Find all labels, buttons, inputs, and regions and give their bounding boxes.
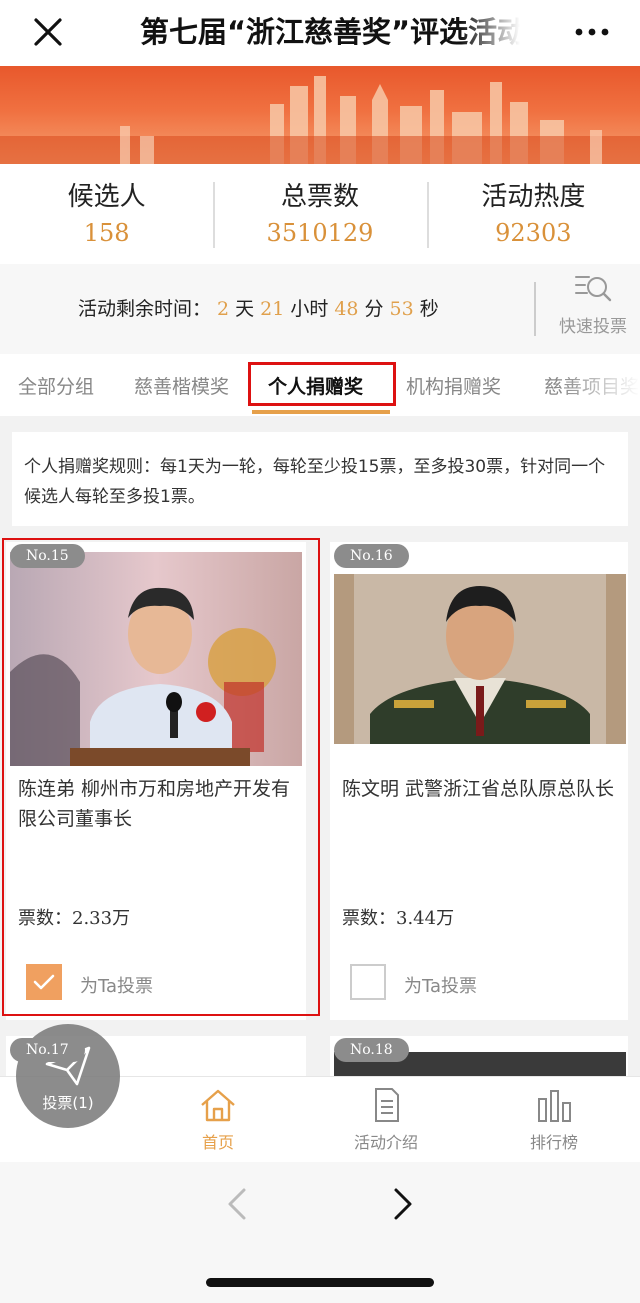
- quick-vote-label: 快速投票: [559, 317, 627, 337]
- tabbar-home[interactable]: 首页: [158, 1087, 278, 1153]
- page-title: 第七届“浙江慈善奖”评选活动: [140, 12, 520, 52]
- city-skyline-graphic: [0, 76, 640, 164]
- countdown-minutes: 48: [334, 298, 359, 320]
- countdown-days: 2: [217, 298, 230, 320]
- tabbar-ranking-label: 排行榜: [529, 1133, 578, 1152]
- countdown-panel: 活动剩余时间： 2 天 21 小时 48 分 53 秒: [0, 264, 640, 354]
- floating-vote-label: 投票(1): [42, 1094, 94, 1112]
- candidate-number-badge: No.15: [10, 544, 85, 568]
- tabbar-home-label: 首页: [201, 1133, 234, 1152]
- tabbar-ranking[interactable]: 排行榜: [494, 1087, 614, 1153]
- votes-value: 3.44万: [396, 908, 455, 929]
- active-tab-underline: [252, 410, 390, 414]
- stat-value: 158: [83, 219, 130, 247]
- candidate-card[interactable]: No.16 陈文明 武警浙江省总队原总队长 票数：3.44万 为Ta投票: [330, 542, 628, 1020]
- rules-text: 个人捐赠奖规则：每1天为一轮，每轮至少投15票，至多投30票，针对同一个候选人每…: [12, 432, 628, 526]
- candidate-name: 陈文明 武警浙江省总队原总队长: [342, 778, 615, 800]
- stat-total-votes: 总票数 3510129: [213, 164, 426, 264]
- quick-vote-button[interactable]: 快速投票: [548, 272, 638, 342]
- tabs-fade-overlay: [560, 354, 640, 416]
- browser-toolbar: [0, 1162, 640, 1303]
- countdown-minutes-unit: 分: [364, 298, 384, 320]
- home-indicator: [206, 1278, 434, 1287]
- annotation-highlight-box: [248, 362, 396, 406]
- countdown-seconds: 53: [389, 298, 414, 320]
- candidate-photo: [334, 574, 626, 744]
- vote-checkbox[interactable]: [350, 964, 386, 1000]
- top-nav-bar: 第七届“浙江慈善奖”评选活动: [0, 0, 640, 66]
- tab-charity-model[interactable]: 慈善楷模奖: [134, 372, 229, 399]
- tabbar-about[interactable]: 活动介绍: [326, 1087, 446, 1153]
- stat-popularity: 活动热度 92303: [426, 164, 640, 264]
- stat-candidates: 候选人 158: [0, 164, 213, 264]
- bar-chart-icon: [538, 1090, 571, 1122]
- candidate-number-badge: No.16: [334, 544, 409, 568]
- close-icon[interactable]: [28, 12, 68, 52]
- stat-value: 92303: [495, 219, 572, 247]
- countdown-days-unit: 天: [235, 298, 255, 320]
- more-options-icon[interactable]: [574, 18, 610, 46]
- countdown-seconds-unit: 秒: [419, 298, 439, 320]
- quick-search-icon: [575, 276, 612, 302]
- stat-value: 3510129: [266, 219, 374, 247]
- back-arrow-icon[interactable]: [222, 1184, 252, 1224]
- candidate-number-badge: No.18: [334, 1038, 409, 1062]
- vote-for-label[interactable]: 为Ta投票: [404, 972, 477, 998]
- event-banner: [0, 66, 640, 164]
- divider: [534, 282, 536, 336]
- candidate-votes: 票数：3.44万: [342, 904, 454, 930]
- stat-label: 候选人: [67, 182, 146, 212]
- candidate-card[interactable]: No.18: [330, 1036, 628, 1076]
- candidate-number-badge: No.17: [10, 1038, 85, 1062]
- tabbar-about-label: 活动介绍: [353, 1133, 418, 1152]
- tab-all-groups[interactable]: 全部分组: [18, 372, 94, 399]
- forward-arrow-icon[interactable]: [388, 1184, 418, 1224]
- countdown-label: 活动剩余时间：: [78, 298, 212, 320]
- stat-label: 活动热度: [481, 182, 586, 212]
- countdown-hours-unit: 小时: [290, 298, 329, 320]
- tab-institution-donation[interactable]: 机构捐赠奖: [406, 372, 501, 399]
- annotation-highlight-box: [2, 538, 320, 1016]
- countdown-text: 活动剩余时间： 2 天 21 小时 48 分 53 秒: [78, 294, 439, 321]
- stat-label: 总票数: [280, 182, 359, 212]
- countdown-hours: 21: [260, 298, 285, 320]
- home-icon: [201, 1089, 235, 1122]
- document-icon: [375, 1088, 399, 1122]
- votes-label: 票数：: [342, 908, 396, 929]
- stats-panel: 候选人 158 总票数 3510129 活动热度 92303: [0, 164, 640, 264]
